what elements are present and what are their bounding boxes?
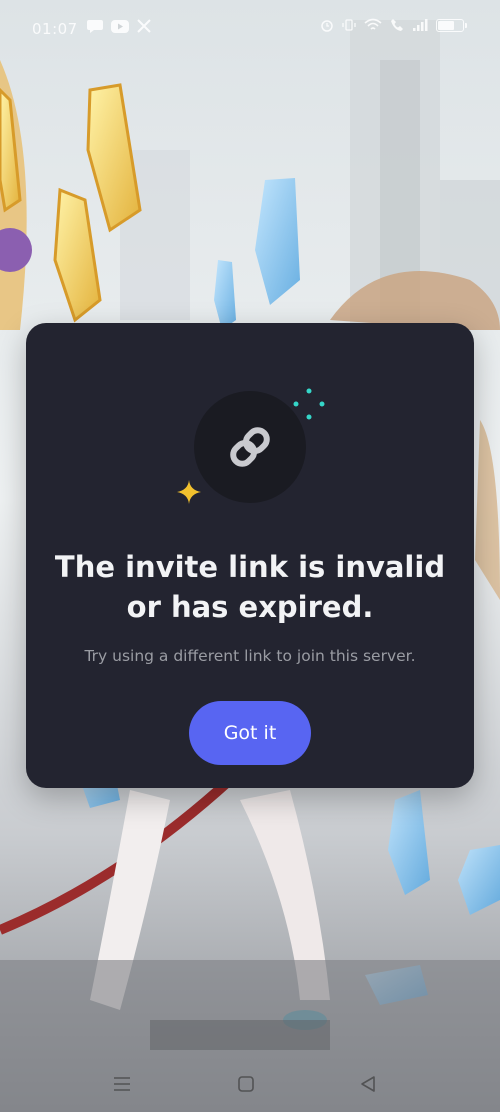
dialog-subtitle: Try using a different link to join this … bbox=[84, 647, 416, 665]
got-it-button[interactable]: Got it bbox=[189, 701, 311, 765]
link-icon bbox=[230, 427, 270, 467]
invalid-invite-dialog: The invite link is invalid or has expire… bbox=[26, 323, 474, 788]
status-bar: 01:07 bbox=[0, 0, 500, 58]
youtube-icon bbox=[111, 19, 129, 33]
call-icon bbox=[391, 19, 403, 31]
alarm-icon bbox=[321, 20, 333, 32]
system-nav-bar bbox=[0, 1052, 500, 1112]
dialog-title: The invite link is invalid or has expire… bbox=[54, 550, 446, 624]
sparkle-dots-icon bbox=[293, 388, 325, 420]
link-icon-circle bbox=[194, 391, 306, 503]
x-icon bbox=[137, 19, 151, 33]
battery-icon bbox=[436, 18, 467, 32]
signal-icon bbox=[413, 19, 428, 31]
home-button[interactable] bbox=[226, 1068, 266, 1100]
wifi-icon bbox=[364, 18, 382, 30]
sparkle-icon bbox=[177, 480, 201, 504]
status-time: 01:07 bbox=[32, 20, 78, 38]
back-button[interactable] bbox=[348, 1068, 388, 1100]
status-system-icons bbox=[320, 18, 467, 32]
menu-icon bbox=[114, 1077, 130, 1091]
recent-apps-button[interactable] bbox=[102, 1068, 142, 1100]
vibrate-icon bbox=[342, 19, 356, 31]
dialog-illustration bbox=[26, 323, 474, 523]
chat-bubble-icon bbox=[87, 20, 103, 33]
home-icon bbox=[238, 1076, 254, 1092]
back-icon bbox=[361, 1076, 375, 1092]
status-app-icons bbox=[86, 18, 152, 34]
